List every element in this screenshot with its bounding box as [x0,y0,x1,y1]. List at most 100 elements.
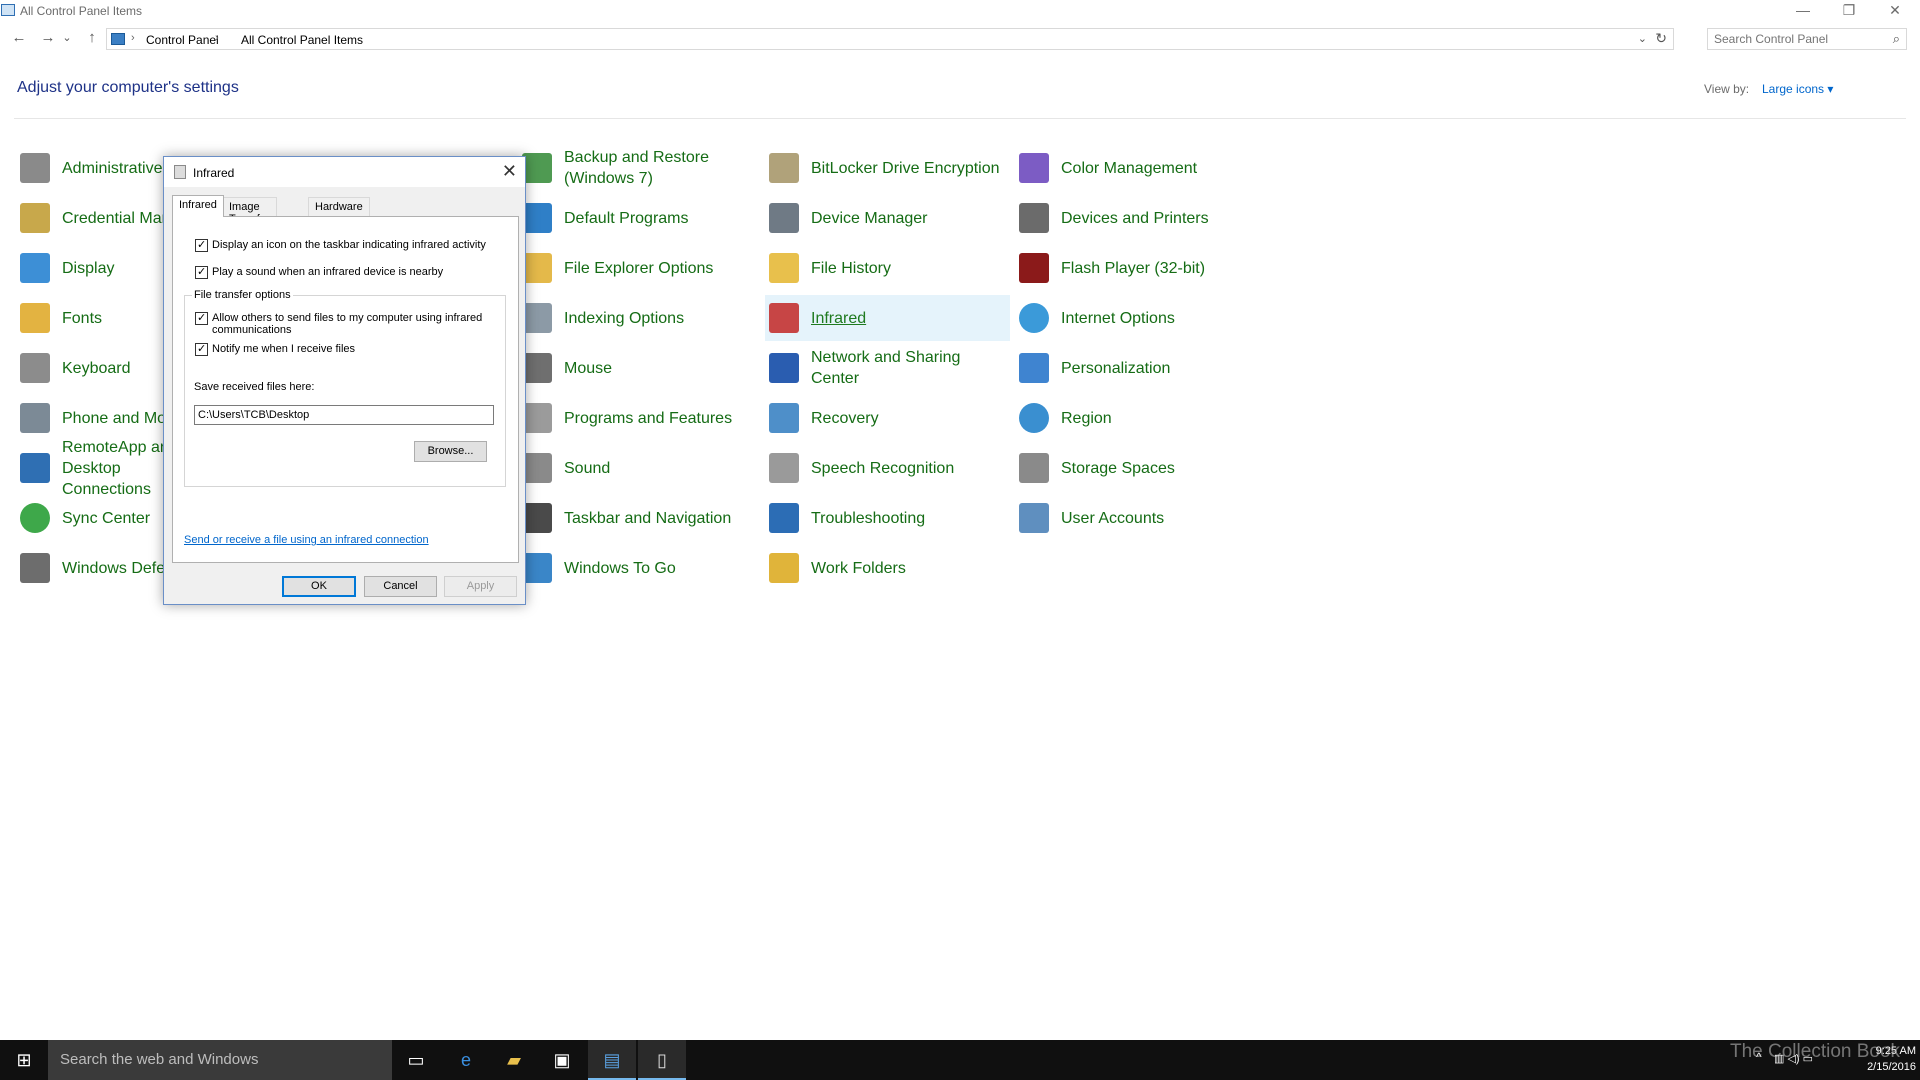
checkbox-checked[interactable] [195,265,208,279]
option-allow-send[interactable]: Allow others to send files to my compute… [195,311,485,336]
item-taskbar-and-navigation[interactable]: Taskbar and Navigation [518,495,763,541]
browse-button[interactable]: Browse... [414,441,487,462]
item-work-folders[interactable]: Work Folders [765,545,1010,591]
address-bar[interactable]: › Control Panel › All Control Panel Item… [106,28,1674,50]
option-label: Display an icon on the taskbar indicatin… [212,239,486,251]
tab-infrared[interactable]: Infrared [172,195,224,217]
refresh-icon[interactable]: ↻ [1655,30,1667,47]
breadcrumb-separator-icon: › [131,32,135,44]
item-label: Sound [564,459,611,477]
credential-icon [20,203,50,233]
store-icon[interactable]: ▣ [538,1040,586,1080]
item-user-accounts[interactable]: User Accounts [1015,495,1260,541]
file-history-icon [769,253,799,283]
search-box[interactable]: ⌕ [1707,28,1907,50]
windows-start-icon[interactable]: ⊞ [0,1040,48,1080]
item-label: Infrared [811,309,867,327]
item-programs-and-features[interactable]: Programs and Features [518,395,763,441]
item-label: Recovery [811,409,879,427]
user-accounts-icon [1019,503,1049,533]
item-label: Windows To Go [564,559,676,577]
tab-image-transfer[interactable]: Image Transfer [222,197,277,225]
infrared-icon [769,303,799,333]
send-receive-link[interactable]: Send or receive a file using an infrared… [184,534,429,546]
recent-locations-icon[interactable]: ⌄ [60,28,74,50]
task-view-icon[interactable]: ▭ [392,1040,440,1080]
fonts-icon [20,303,50,333]
item-internet-options[interactable]: Internet Options [1015,295,1260,341]
save-location-field[interactable]: C:\Users\TCB\Desktop [194,405,494,425]
item-storage-spaces[interactable]: Storage Spaces [1015,445,1260,491]
control-panel-icon [1,4,15,16]
breadcrumb-separator-icon[interactable]: › [215,32,219,44]
infrared-taskbar-icon[interactable]: ▯ [638,1040,686,1080]
programs-icon [522,403,552,433]
option-label: Play a sound when an infrared device is … [212,266,444,278]
default-programs-icon [522,203,552,233]
restore-button[interactable]: ❐ [1826,0,1872,22]
sync-icon [20,503,50,533]
search-input[interactable] [1708,29,1878,49]
item-backup-and-restore[interactable]: Backup and Restore (Windows 7) [518,145,763,191]
item-label: Work Folders [811,559,906,577]
edge-browser-icon[interactable]: e [442,1040,490,1080]
item-file-history[interactable]: File History [765,245,1010,291]
item-region[interactable]: Region [1015,395,1260,441]
checkbox-checked[interactable] [195,238,208,252]
item-default-programs[interactable]: Default Programs [518,195,763,241]
dialog-close-icon[interactable]: ✕ [502,161,517,182]
item-device-manager[interactable]: Device Manager [765,195,1010,241]
item-indexing-options[interactable]: Indexing Options [518,295,763,341]
tab-hardware[interactable]: Hardware [308,197,370,217]
dialog-title-bar[interactable]: Infrared ✕ [164,157,525,187]
close-button[interactable]: ✕ [1872,0,1918,22]
address-dropdown-icon[interactable]: ⌄ [1638,32,1647,45]
view-by-dropdown[interactable]: Large icons ▾ [1762,82,1833,96]
back-arrow-icon[interactable]: ← [8,28,30,50]
infrared-icon [174,165,186,179]
item-infrared[interactable]: Infrared [765,295,1010,341]
microphone-icon [769,453,799,483]
breadcrumb-control-panel[interactable]: Control Panel [146,33,219,47]
ok-button[interactable]: OK [282,576,356,597]
item-label: Display [62,259,115,277]
item-sound[interactable]: Sound [518,445,763,491]
defender-icon [20,553,50,583]
item-label: Default Programs [564,209,689,227]
search-icon[interactable]: ⌕ [1893,31,1900,47]
breadcrumb-all-items[interactable]: All Control Panel Items [241,33,363,47]
item-label: Backup and Restore (Windows 7) [564,149,709,187]
watermark-text: The Collection Book [1730,1041,1901,1062]
apply-button[interactable]: Apply [444,576,517,597]
item-label: Network and Sharing Center [811,349,961,387]
minimize-button[interactable]: — [1780,0,1826,22]
item-file-explorer-options[interactable]: File Explorer Options [518,245,763,291]
item-label: File Explorer Options [564,259,714,277]
option-label: Notify me when I receive files [212,343,356,355]
up-arrow-icon[interactable]: ↑ [81,28,103,50]
item-bitlocker[interactable]: BitLocker Drive Encryption [765,145,1010,191]
control-panel-taskbar-icon[interactable]: ▤ [588,1040,636,1080]
item-color-management[interactable]: Color Management [1015,145,1260,191]
file-explorer-icon[interactable]: ▰ [490,1040,538,1080]
item-recovery[interactable]: Recovery [765,395,1010,441]
taskbar-search-box[interactable]: Search the web and Windows [48,1040,392,1080]
storage-icon [1019,453,1049,483]
checkbox-checked[interactable] [195,342,208,356]
item-personalization[interactable]: Personalization [1015,345,1260,391]
taskbar: ⊞ Search the web and Windows ▭ e ▰ ▣ ▤ ▯… [0,1040,1920,1080]
checkbox-checked[interactable] [195,311,208,325]
option-notify[interactable]: Notify me when I receive files [195,342,485,356]
item-flash-player[interactable]: Flash Player (32-bit) [1015,245,1260,291]
cancel-button[interactable]: Cancel [364,576,437,597]
item-network-and-sharing[interactable]: Network and Sharing Center [765,345,1010,391]
option-taskbar-icon[interactable]: Display an icon on the taskbar indicatin… [195,238,495,252]
option-play-sound[interactable]: Play a sound when an infrared device is … [195,265,495,279]
forward-arrow-icon[interactable]: → [37,28,59,50]
item-troubleshooting[interactable]: Troubleshooting [765,495,1010,541]
item-label: Flash Player (32-bit) [1061,259,1206,277]
item-windows-to-go[interactable]: Windows To Go [518,545,763,591]
item-speech-recognition[interactable]: Speech Recognition [765,445,1010,491]
item-devices-and-printers[interactable]: Devices and Printers [1015,195,1260,241]
item-mouse[interactable]: Mouse [518,345,763,391]
